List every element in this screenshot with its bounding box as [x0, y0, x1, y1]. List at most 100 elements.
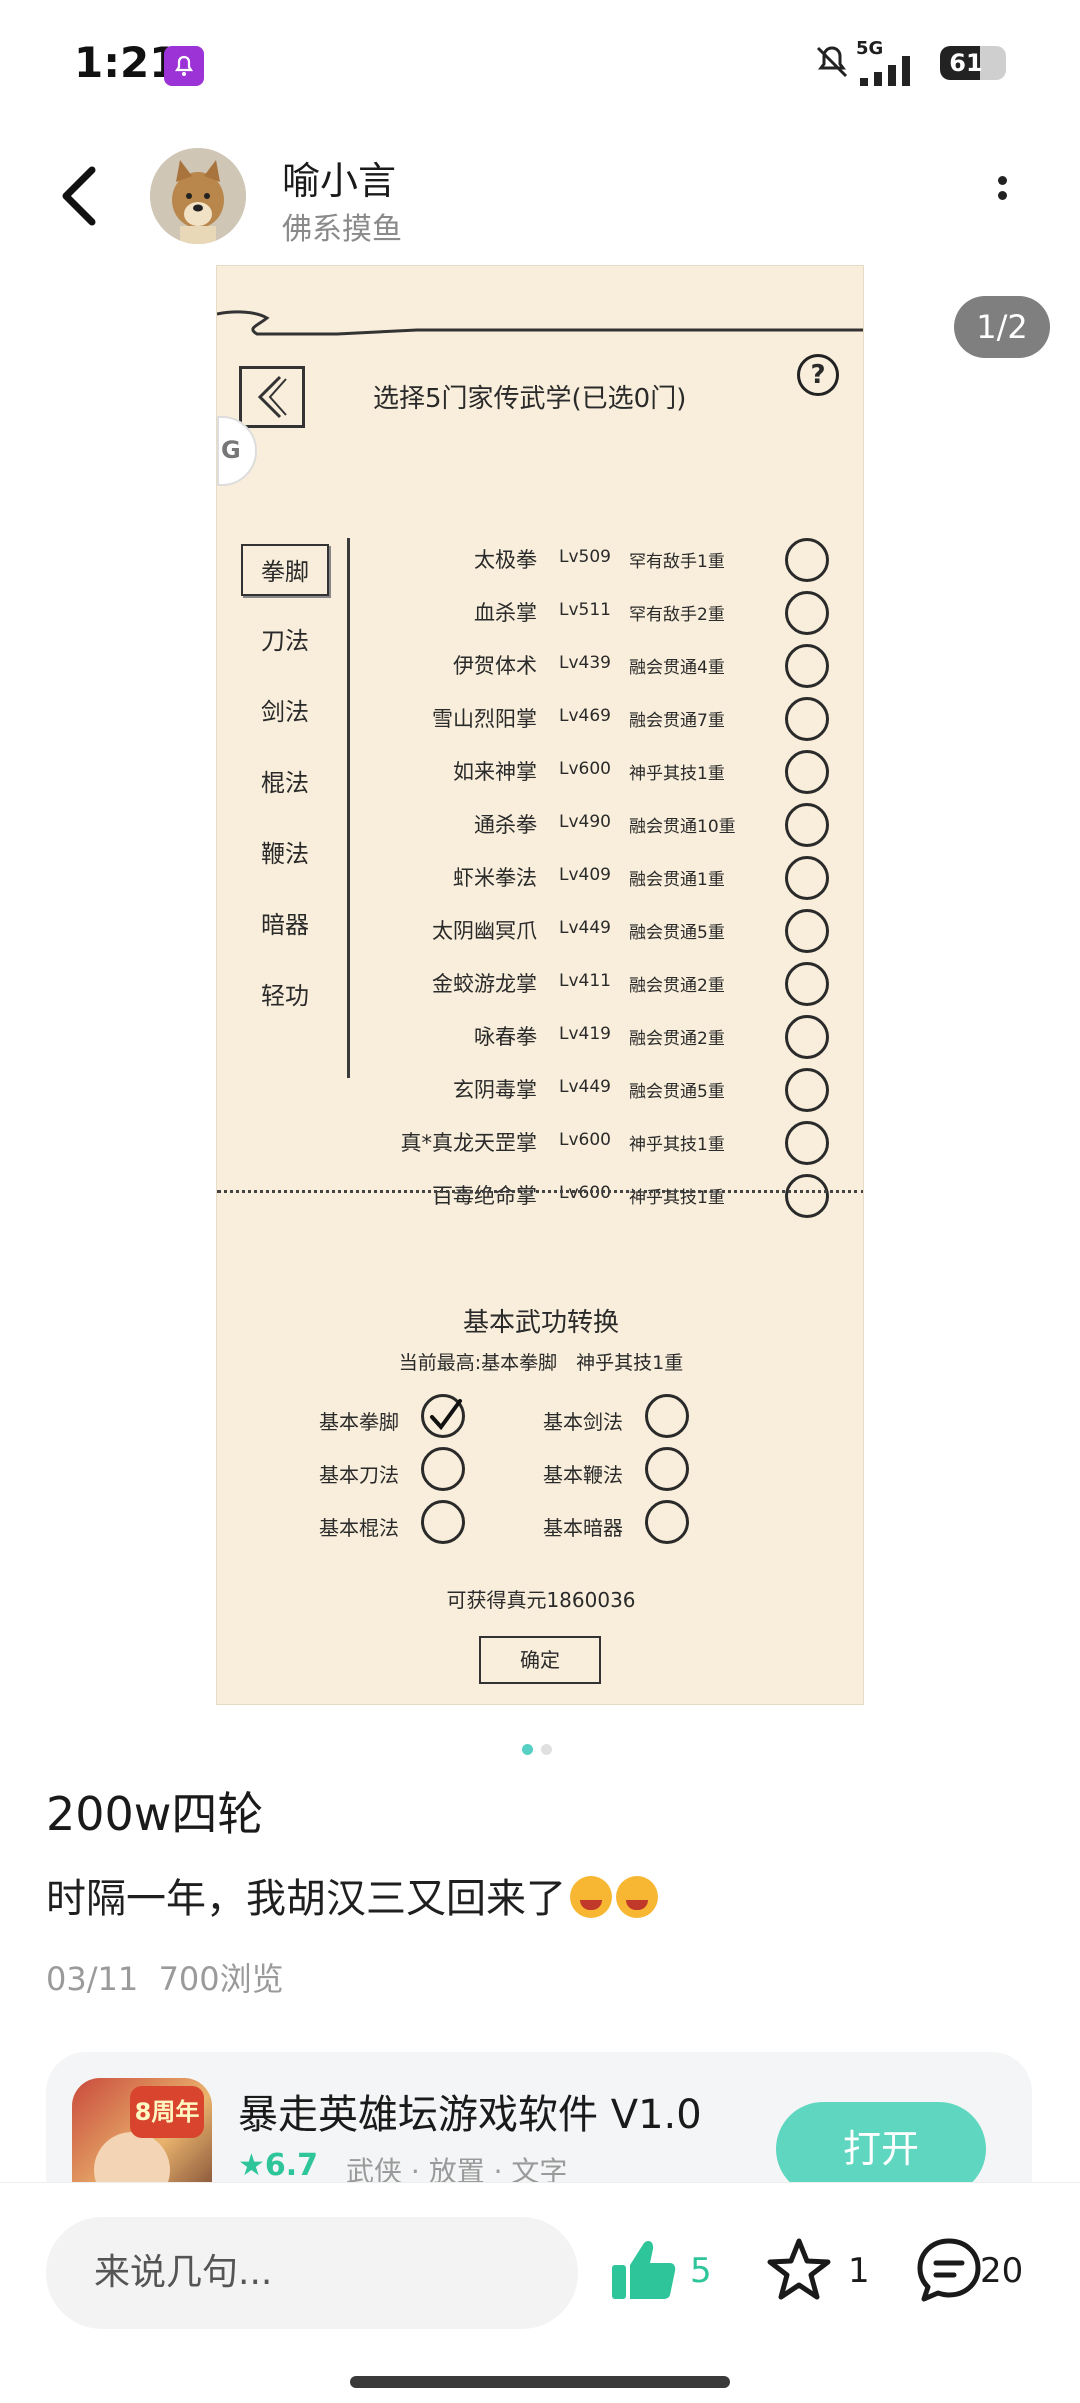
user-name[interactable]: 喻小言 — [282, 150, 396, 205]
status-time: 1:21 — [74, 38, 179, 87]
star-outline-icon — [767, 2238, 831, 2300]
skill-row[interactable]: 玄阴毒掌 Lv449 融会贯通5重 — [347, 1062, 847, 1116]
skill-name: 雪山烈阳掌 — [432, 707, 537, 731]
post-image[interactable]: G 选择5门家传武学(已选0门) ? 拳脚 刀法 剑法 棍法 鞭法 暗器 轻功 太极拳 Lv5… — [216, 265, 864, 1705]
skill-checkbox[interactable] — [785, 644, 829, 688]
skill-checkbox[interactable] — [785, 538, 829, 582]
skill-checkbox[interactable] — [785, 856, 829, 900]
carousel-dots — [522, 1740, 560, 1759]
comment-input[interactable]: 来说几句... — [46, 2217, 578, 2329]
skill-row[interactable]: 雪山烈阳掌 Lv469 融会贯通7重 — [347, 691, 847, 745]
carousel-dot-active[interactable] — [522, 1744, 533, 1755]
post-views: 700浏览 — [158, 1960, 284, 1998]
skill-row[interactable]: 虾米拳法 Lv409 融会贯通1重 — [347, 850, 847, 904]
category-tab[interactable]: 轻功 — [241, 970, 329, 1022]
gain-text: 可获得真元1860036 — [446, 1588, 636, 1612]
skill-level: Lv411 — [559, 971, 611, 991]
confirm-button[interactable]: 确定 — [479, 1636, 601, 1684]
skill-checkbox[interactable] — [785, 1015, 829, 1059]
skill-name: 虾米拳法 — [453, 866, 537, 890]
skill-rank: 融会贯通10重 — [629, 817, 736, 837]
category-tab[interactable]: 暗器 — [241, 899, 329, 951]
conversion-option-label: 基本棍法 — [319, 1516, 399, 1540]
status-bar: 1:21 5G 61 — [0, 0, 1080, 130]
grinning-emoji-icon — [570, 1876, 612, 1918]
radio-circle[interactable] — [645, 1500, 689, 1544]
radio-circle[interactable] — [645, 1394, 689, 1438]
skill-level: Lv600 — [559, 1130, 611, 1150]
back-button[interactable] — [48, 160, 112, 232]
checkmark-icon[interactable] — [421, 1394, 465, 1438]
skill-row[interactable]: 伊贺体术 Lv439 融会贯通4重 — [347, 638, 847, 692]
skill-checkbox[interactable] — [785, 750, 829, 794]
skill-checkbox[interactable] — [785, 1121, 829, 1165]
skill-name: 太极拳 — [474, 548, 537, 572]
favorite-button[interactable]: 1 — [764, 2235, 874, 2311]
radio-circle[interactable] — [645, 1447, 689, 1491]
skill-row[interactable]: 太阴幽冥爪 Lv449 融会贯通5重 — [347, 903, 847, 957]
category-tab[interactable]: 棍法 — [241, 757, 329, 809]
skill-row[interactable]: 血杀掌 Lv511 罕有敌手2重 — [347, 585, 847, 639]
thumbs-up-icon — [612, 2241, 676, 2299]
ink-brush-decoration — [217, 310, 863, 336]
conversion-option[interactable]: 基本拳脚 — [309, 1394, 549, 1440]
skill-level: Lv469 — [559, 706, 611, 726]
skill-rank: 神乎其技1重 — [629, 764, 725, 784]
comment-button[interactable]: 20 — [914, 2235, 1044, 2311]
conversion-option-label: 基本鞭法 — [543, 1463, 623, 1487]
game-back-button[interactable] — [239, 366, 305, 428]
skill-name: 玄阴毒掌 — [453, 1078, 537, 1102]
comment-bubble-icon — [917, 2238, 981, 2302]
skill-name: 咏春拳 — [474, 1025, 537, 1049]
carousel-dot[interactable] — [541, 1744, 552, 1755]
radio-circle[interactable] — [421, 1500, 465, 1544]
skill-row[interactable]: 咏春拳 Lv419 融会贯通2重 — [347, 1009, 847, 1063]
more-options-button[interactable] — [984, 170, 1020, 222]
skill-level: Lv509 — [559, 547, 611, 567]
dog-avatar-icon — [150, 148, 246, 244]
skill-row[interactable]: 太极拳 Lv509 罕有敌手1重 — [347, 532, 847, 586]
skill-checkbox[interactable] — [785, 697, 829, 741]
skill-checkbox[interactable] — [785, 1174, 829, 1218]
skill-name: 血杀掌 — [474, 601, 537, 625]
conversion-option-label: 基本暗器 — [543, 1516, 623, 1540]
conversion-option-label: 基本拳脚 — [319, 1410, 399, 1434]
skill-rank: 罕有敌手1重 — [629, 552, 725, 572]
category-tab[interactable]: 刀法 — [241, 615, 329, 667]
skill-checkbox[interactable] — [785, 962, 829, 1006]
conversion-option[interactable]: 基本剑法 — [533, 1394, 773, 1440]
conversion-option[interactable]: 基本棍法 — [309, 1500, 549, 1546]
skill-row[interactable]: 真*真龙天罡掌 Lv600 神乎其技1重 — [347, 1115, 847, 1169]
app-icon-badge: 8周年 — [130, 2086, 204, 2138]
conversion-option[interactable]: 基本暗器 — [533, 1500, 773, 1546]
status-icons: 5G 61 — [812, 38, 1012, 90]
skill-checkbox[interactable] — [785, 909, 829, 953]
radio-circle[interactable] — [421, 1447, 465, 1491]
skill-checkbox[interactable] — [785, 591, 829, 635]
more-dot-icon — [997, 191, 1007, 200]
skill-rank: 融会贯通5重 — [629, 923, 725, 943]
skill-checkbox[interactable] — [785, 803, 829, 847]
dotted-divider — [217, 1190, 863, 1193]
skill-checkbox[interactable] — [785, 1068, 829, 1112]
skill-name: 真*真龙天罡掌 — [400, 1131, 538, 1155]
skill-row[interactable]: 金蛟游龙掌 Lv411 融会贯通2重 — [347, 956, 847, 1010]
skill-row[interactable]: 如来神掌 Lv600 神乎其技1重 — [347, 744, 847, 798]
category-tab[interactable]: 剑法 — [241, 686, 329, 738]
post-meta: 03/11 700浏览 — [46, 1954, 284, 2000]
skill-name: 伊贺体术 — [453, 654, 537, 678]
skill-level: Lv600 — [559, 759, 611, 779]
avatar[interactable] — [150, 148, 246, 244]
like-button[interactable]: 5 — [608, 2235, 718, 2311]
skill-row[interactable]: 通杀拳 Lv490 融会贯通10重 — [347, 797, 847, 851]
category-tab[interactable]: 拳脚 — [241, 544, 329, 596]
skill-row[interactable]: 百毒绝命掌 Lv600 神乎其技1重 — [347, 1168, 847, 1222]
home-indicator[interactable] — [350, 2376, 730, 2388]
skill-rank: 融会贯通5重 — [629, 1082, 725, 1102]
category-tab[interactable]: 鞭法 — [241, 828, 329, 880]
help-icon[interactable]: ? — [797, 354, 839, 396]
conversion-option[interactable]: 基本鞭法 — [533, 1447, 773, 1493]
star-icon: ★ — [238, 2148, 265, 2183]
game-title: 选择5门家传武学(已选0门) — [373, 384, 687, 414]
conversion-option[interactable]: 基本刀法 — [309, 1447, 549, 1493]
